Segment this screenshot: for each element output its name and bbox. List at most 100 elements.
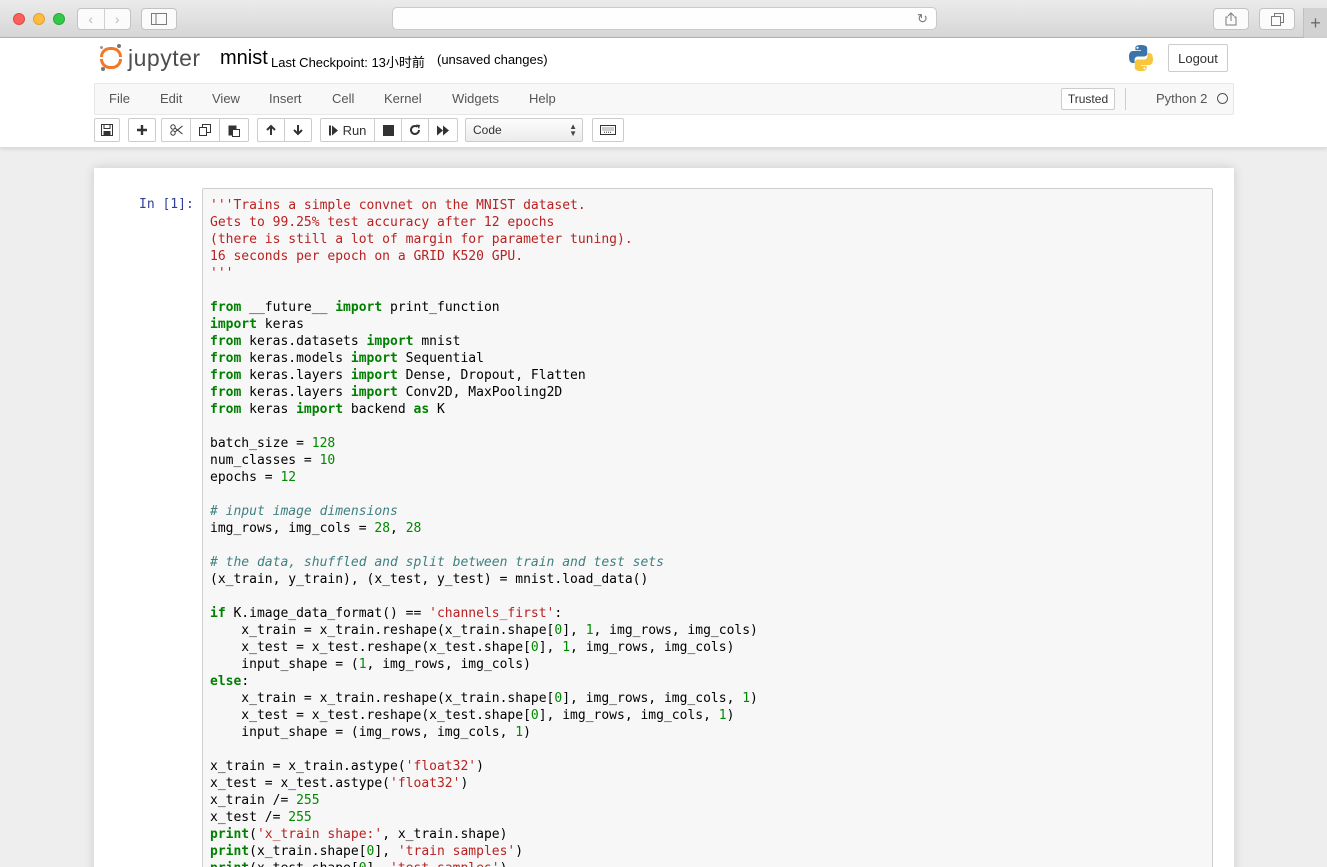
copy-button[interactable] bbox=[190, 118, 220, 142]
minimize-window-button[interactable] bbox=[33, 13, 45, 25]
plus-icon bbox=[137, 125, 147, 135]
move-up-button[interactable] bbox=[257, 118, 285, 142]
command-palette-button[interactable] bbox=[592, 118, 624, 142]
menu-insert[interactable]: Insert bbox=[269, 91, 302, 106]
jupyter-header: jupyter mnist Last Checkpoint: 13小时前 (un… bbox=[0, 38, 1327, 148]
interrupt-button[interactable] bbox=[374, 118, 402, 142]
code-line: else: bbox=[210, 674, 250, 689]
browser-titlebar: ‹ › ↻ + bbox=[0, 0, 1327, 38]
sidebar-toggle-button[interactable] bbox=[141, 8, 177, 30]
jupyter-logo[interactable]: jupyter bbox=[100, 44, 201, 72]
tabs-overview-button[interactable] bbox=[1259, 8, 1295, 30]
kernel-divider bbox=[1125, 88, 1126, 110]
code-line: input_shape = (img_rows, img_cols, 1) bbox=[210, 725, 531, 740]
python-logo-icon bbox=[1129, 45, 1153, 71]
close-window-button[interactable] bbox=[13, 13, 25, 25]
code-line: ''' bbox=[210, 266, 234, 281]
cell-type-value: Code bbox=[473, 123, 502, 137]
cut-button[interactable] bbox=[161, 118, 191, 142]
back-button[interactable]: ‹ bbox=[78, 9, 105, 29]
code-line: x_test /= 255 bbox=[210, 810, 312, 825]
code-line: x_train = x_train.reshape(x_train.shape[… bbox=[210, 623, 758, 638]
checkpoint-status: Last Checkpoint: 13小时前 bbox=[271, 55, 425, 70]
notebook-container: In [1]: '''Trains a simple convnet on th… bbox=[94, 168, 1234, 867]
code-line: from keras.models import Sequential bbox=[210, 351, 484, 366]
forward-button[interactable]: › bbox=[105, 9, 131, 29]
code-content[interactable]: '''Trains a simple convnet on the MNIST … bbox=[210, 197, 758, 867]
move-down-button[interactable] bbox=[284, 118, 312, 142]
code-line: x_train = x_train.reshape(x_train.shape[… bbox=[210, 691, 758, 706]
kernel-idle-icon bbox=[1217, 93, 1228, 104]
refresh-icon bbox=[410, 124, 420, 135]
run-label: Run bbox=[342, 122, 367, 138]
select-arrows-icon: ▲ ▼ bbox=[569, 122, 577, 138]
step-forward-icon bbox=[328, 125, 338, 135]
code-line: x_train = x_train.astype('float32') bbox=[210, 759, 484, 774]
new-tab-button[interactable]: + bbox=[1303, 8, 1327, 38]
code-line: if K.image_data_format() == 'channels_fi… bbox=[210, 606, 563, 621]
code-line: num_classes = 10 bbox=[210, 453, 336, 468]
keyboard-icon bbox=[600, 125, 616, 135]
cell-type-select[interactable]: Code ▲ ▼ bbox=[465, 118, 583, 142]
code-line: x_test = x_test.reshape(x_test.shape[0],… bbox=[210, 708, 735, 723]
notebook-name[interactable]: mnist bbox=[220, 47, 268, 70]
code-line: print(x_train.shape[0], 'train samples') bbox=[210, 844, 524, 859]
code-line: (x_train, y_train), (x_test, y_test) = m… bbox=[210, 572, 649, 587]
insert-cell-button[interactable] bbox=[128, 118, 156, 142]
code-line: x_train /= 255 bbox=[210, 793, 320, 808]
menu-file[interactable]: File bbox=[109, 91, 130, 106]
menu-kernel[interactable]: Kernel bbox=[384, 91, 422, 106]
code-line: x_test = x_test.reshape(x_test.shape[0],… bbox=[210, 640, 735, 655]
code-line: print(x_test.shape[0], 'test samples') bbox=[210, 860, 758, 867]
restart-run-all-button[interactable] bbox=[428, 118, 458, 142]
code-line: from keras.datasets import mnist bbox=[210, 334, 461, 349]
menubar: File Edit View Insert Cell Kernel Widget… bbox=[94, 83, 1234, 115]
menu-widgets[interactable]: Widgets bbox=[452, 91, 499, 106]
logout-button[interactable]: Logout bbox=[1168, 44, 1228, 72]
run-button[interactable]: Run bbox=[320, 118, 375, 142]
save-icon bbox=[101, 124, 113, 136]
paste-icon bbox=[228, 125, 240, 137]
code-cell-editor[interactable]: '''Trains a simple convnet on the MNIST … bbox=[202, 188, 1213, 867]
restart-kernel-button[interactable] bbox=[401, 118, 429, 142]
share-button[interactable] bbox=[1213, 8, 1249, 30]
scissors-icon bbox=[169, 124, 183, 136]
code-line: input_shape = (1, img_rows, img_cols) bbox=[210, 657, 531, 672]
reload-icon[interactable]: ↻ bbox=[915, 11, 930, 26]
jupyter-logo-icon bbox=[100, 44, 124, 72]
zoom-window-button[interactable] bbox=[53, 13, 65, 25]
code-line: batch_size = 128 bbox=[210, 436, 336, 451]
code-line: import keras bbox=[210, 317, 304, 332]
code-line: epochs = 12 bbox=[210, 470, 297, 485]
code-line: Gets to 99.25% test accuracy after 12 ep… bbox=[210, 215, 555, 230]
code-line: # input image dimensions bbox=[210, 504, 398, 519]
menu-help[interactable]: Help bbox=[529, 91, 556, 106]
menu-view[interactable]: View bbox=[212, 91, 240, 106]
tabs-icon bbox=[1270, 12, 1284, 26]
arrow-down-icon bbox=[293, 125, 303, 136]
share-icon bbox=[1225, 12, 1237, 26]
trusted-indicator[interactable]: Trusted bbox=[1061, 88, 1115, 110]
save-button[interactable] bbox=[94, 118, 120, 142]
paste-button[interactable] bbox=[219, 118, 249, 142]
sidebar-icon bbox=[151, 13, 167, 25]
input-prompt: In [1]: bbox=[139, 197, 194, 212]
code-line: print('x_train shape:', x_train.shape) bbox=[210, 827, 508, 842]
arrow-up-icon bbox=[266, 124, 276, 135]
code-line: from __future__ import print_function bbox=[210, 300, 500, 315]
code-line: # the data, shuffled and split between t… bbox=[210, 555, 664, 570]
kernel-name[interactable]: Python 2 bbox=[1156, 91, 1207, 106]
copy-icon bbox=[199, 124, 211, 136]
fast-forward-icon bbox=[436, 125, 449, 135]
code-line: 16 seconds per epoch on a GRID K520 GPU. bbox=[210, 249, 524, 264]
address-bar[interactable]: ↻ bbox=[392, 7, 937, 30]
logo-text: jupyter bbox=[128, 44, 201, 71]
autosave-status: (unsaved changes) bbox=[437, 52, 548, 67]
menu-cell[interactable]: Cell bbox=[332, 91, 354, 106]
code-line: img_rows, img_cols = 28, 28 bbox=[210, 521, 422, 536]
menu-edit[interactable]: Edit bbox=[160, 91, 182, 106]
